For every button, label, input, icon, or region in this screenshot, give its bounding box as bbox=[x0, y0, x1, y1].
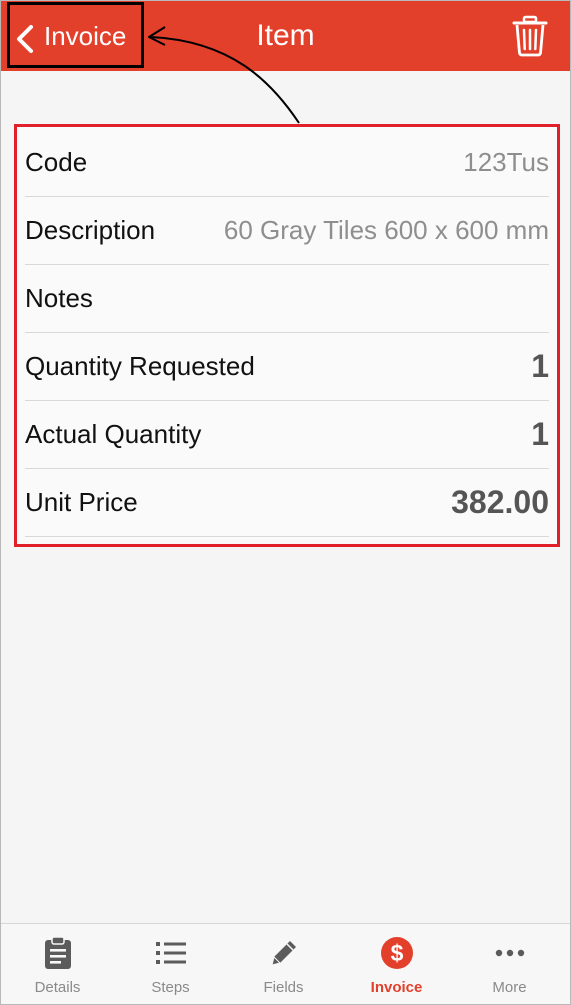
nav-bar: Invoice Item bbox=[1, 1, 570, 71]
actual-quantity-value: 1 bbox=[531, 416, 549, 452]
list-icon bbox=[153, 936, 189, 970]
item-detail-content: Code 123Tus Description 60 Gray Tiles 60… bbox=[1, 71, 570, 923]
unit-price-label: Unit Price bbox=[25, 487, 138, 517]
description-row[interactable]: Description 60 Gray Tiles 600 x 600 mm bbox=[25, 197, 549, 265]
notes-label: Notes bbox=[25, 283, 93, 313]
tab-label: Details bbox=[34, 979, 81, 996]
item-fields-list: Code 123Tus Description 60 Gray Tiles 60… bbox=[14, 124, 560, 547]
description-value: 60 Gray Tiles 600 x 600 mm bbox=[223, 215, 549, 245]
description-label: Description bbox=[25, 215, 156, 245]
actual-quantity-row[interactable]: Actual Quantity 1 bbox=[25, 401, 549, 469]
tab-label: Invoice bbox=[370, 979, 423, 996]
tab-bar: Details Steps Fields $ Invoice More bbox=[1, 923, 570, 1004]
code-label: Code bbox=[25, 147, 88, 177]
tab-label: More bbox=[492, 979, 527, 996]
svg-text:$: $ bbox=[390, 940, 403, 966]
more-dots-icon bbox=[492, 936, 528, 970]
tab-more[interactable]: More bbox=[453, 924, 566, 1004]
tab-label: Steps bbox=[151, 979, 190, 996]
code-value: 123Tus bbox=[463, 147, 549, 177]
code-row[interactable]: Code 123Tus bbox=[25, 129, 549, 197]
pencil-icon bbox=[266, 936, 302, 970]
trash-icon[interactable] bbox=[512, 15, 548, 57]
chevron-left-icon bbox=[17, 25, 33, 53]
tab-steps[interactable]: Steps bbox=[114, 924, 227, 1004]
unit-price-row[interactable]: Unit Price 382.00 bbox=[25, 469, 549, 537]
tab-fields[interactable]: Fields bbox=[227, 924, 340, 1004]
clipboard-icon bbox=[40, 936, 76, 970]
quantity-requested-value: 1 bbox=[531, 348, 549, 384]
unit-price-value: 382.00 bbox=[451, 484, 549, 520]
tab-details[interactable]: Details bbox=[1, 924, 114, 1004]
quantity-requested-label: Quantity Requested bbox=[25, 351, 255, 381]
back-button-label: Invoice bbox=[44, 21, 127, 51]
tab-invoice[interactable]: $ Invoice bbox=[340, 924, 453, 1004]
tab-label: Fields bbox=[263, 979, 304, 996]
dollar-circle-icon: $ bbox=[379, 936, 415, 970]
notes-row[interactable]: Notes bbox=[25, 265, 549, 333]
actual-quantity-label: Actual Quantity bbox=[25, 419, 202, 449]
quantity-requested-row[interactable]: Quantity Requested 1 bbox=[25, 333, 549, 401]
app-screen: Invoice Item Code 123Tus Description 60 … bbox=[0, 0, 571, 1005]
back-button[interactable]: Invoice bbox=[7, 2, 144, 68]
